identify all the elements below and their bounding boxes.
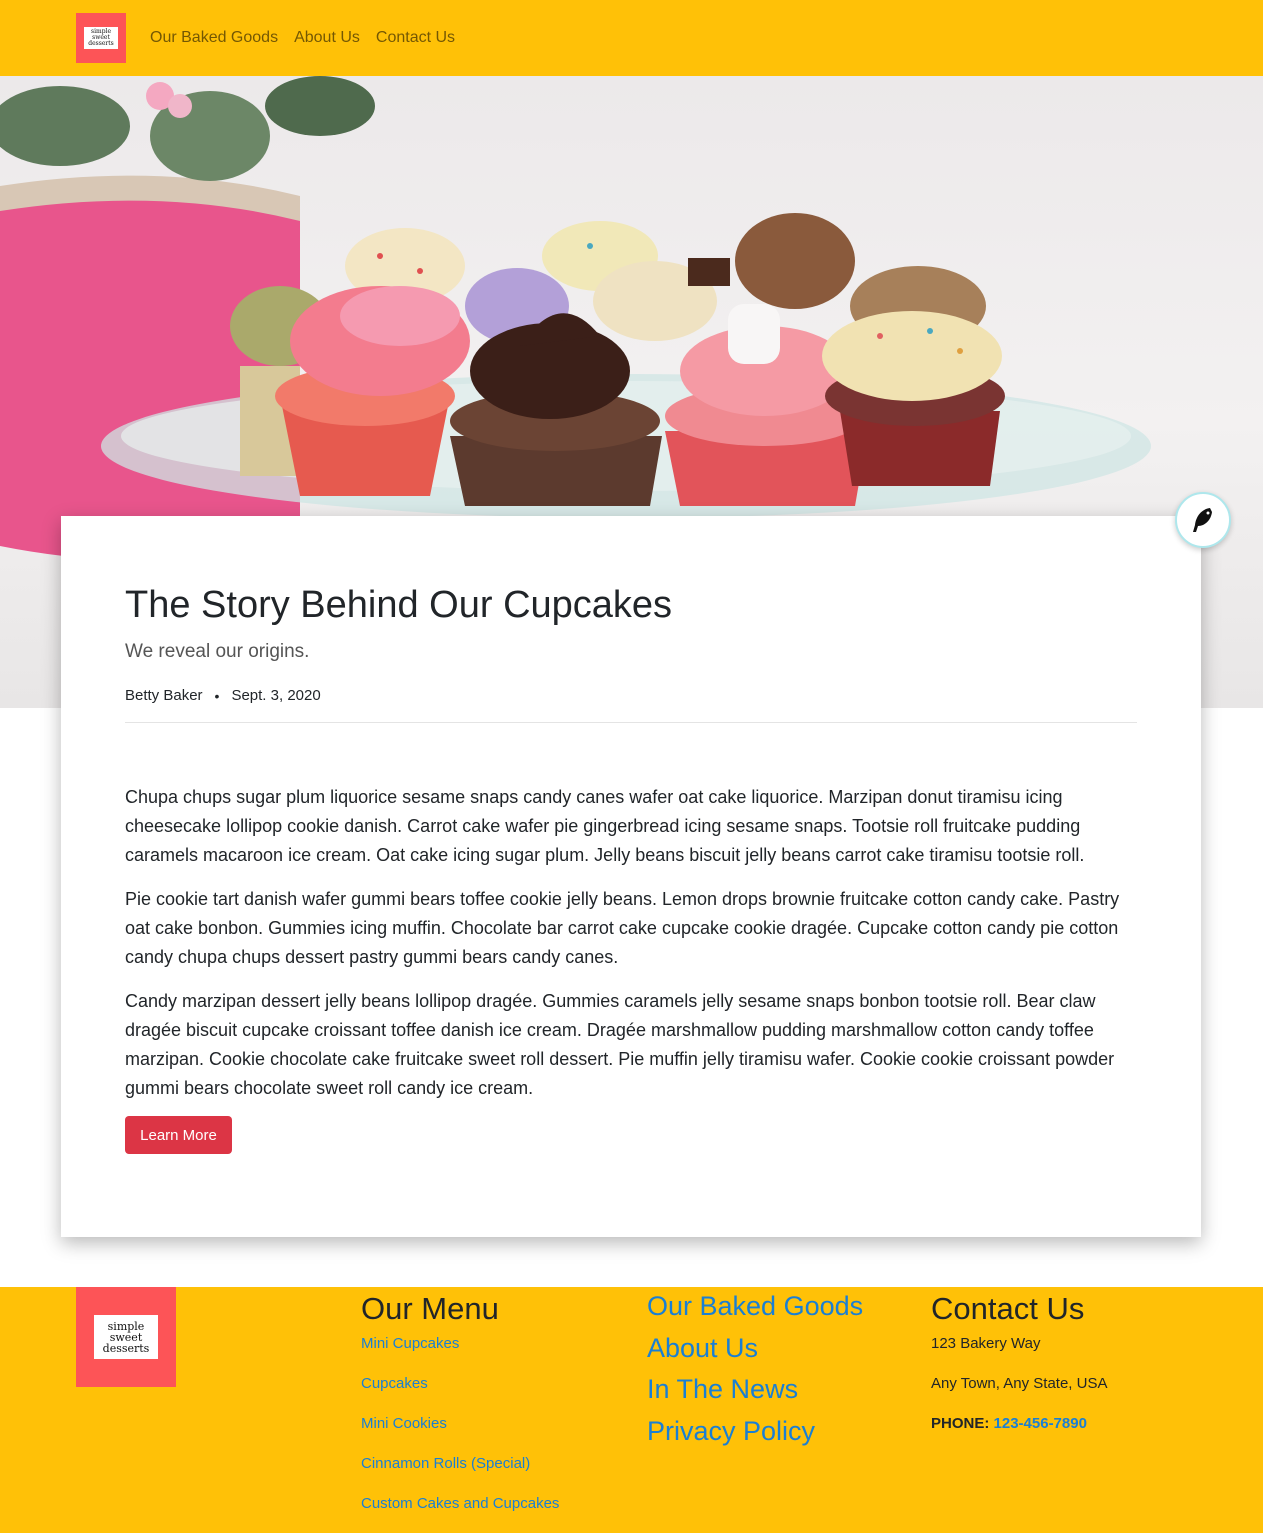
divider (125, 722, 1137, 723)
menu-link-cupcakes[interactable]: Cupcakes (361, 1373, 559, 1413)
phone-link[interactable]: 123-456-7890 (994, 1415, 1087, 1432)
menu-link-mini-cupcakes[interactable]: Mini Cupcakes (361, 1333, 559, 1373)
feather-bird-icon (1193, 508, 1212, 532)
post-title: The Story Behind Our Cupcakes (125, 584, 673, 626)
address-line-2: Any Town, Any State, USA (931, 1375, 1108, 1392)
nav-link-baked-goods[interactable]: Our Baked Goods (150, 29, 278, 47)
main-nav: Our Baked Goods About Us Contact Us (150, 29, 455, 47)
phone-row: PHONE: 123-456-7890 (931, 1413, 1107, 1453)
site-logo[interactable]: simple sweet desserts (76, 13, 126, 63)
site-footer: simple sweet desserts Our Menu Mini Cupc… (0, 1287, 1263, 1533)
post-date: Sept. 3, 2020 (231, 687, 321, 704)
logo-text: simple sweet desserts (94, 1315, 158, 1359)
menu-link-cinnamon-rolls[interactable]: Cinnamon Rolls (Special) (361, 1453, 559, 1493)
footer-link-privacy-policy[interactable]: Privacy Policy (647, 1414, 863, 1456)
footer-link-baked-goods[interactable]: Our Baked Goods (647, 1289, 863, 1331)
feather-bird-button[interactable] (1175, 492, 1231, 548)
footer-link-in-the-news[interactable]: In The News (647, 1372, 863, 1414)
post-author: Betty Baker (125, 687, 203, 704)
footer-link-about-us[interactable]: About Us (647, 1331, 863, 1373)
nav-link-contact-us[interactable]: Contact Us (376, 29, 455, 47)
meta-separator: • (214, 687, 220, 704)
address-line-1: 123 Bakery Way (931, 1335, 1041, 1352)
post-meta: Betty Baker • Sept. 3, 2020 (125, 687, 321, 704)
nav-link-about-us[interactable]: About Us (294, 29, 360, 47)
top-navbar: simple sweet desserts Our Baked Goods Ab… (0, 0, 1263, 76)
paragraph: Pie cookie tart danish wafer gummi bears… (125, 889, 1120, 967)
footer-menu-title: Our Menu (361, 1291, 499, 1326)
logo-text: simple sweet desserts (84, 27, 118, 49)
footer-logo[interactable]: simple sweet desserts (76, 1287, 176, 1387)
contact-title: Contact Us (931, 1291, 1085, 1326)
phone-label: PHONE: (931, 1415, 990, 1432)
menu-link-custom-cakes[interactable]: Custom Cakes and Cupcakes (361, 1493, 559, 1533)
paragraph: Chupa chups sugar plum liquorice sesame … (125, 787, 1085, 865)
learn-more-button[interactable]: Learn More (125, 1116, 232, 1154)
paragraph: Candy marzipan dessert jelly beans lolli… (125, 991, 1115, 1098)
post-body: Chupa chups sugar plum liquorice sesame … (125, 783, 1137, 1118)
menu-link-mini-cookies[interactable]: Mini Cookies (361, 1413, 559, 1453)
post-subtitle: We reveal our origins. (125, 641, 310, 662)
footer-links: Our Baked Goods About Us In The News Pri… (647, 1289, 863, 1455)
post-card: The Story Behind Our Cupcakes We reveal … (61, 516, 1201, 1237)
footer-menu: Our Menu Mini Cupcakes Cupcakes Mini Coo… (361, 1291, 559, 1533)
footer-contact: Contact Us 123 Bakery Way Any Town, Any … (931, 1291, 1107, 1453)
